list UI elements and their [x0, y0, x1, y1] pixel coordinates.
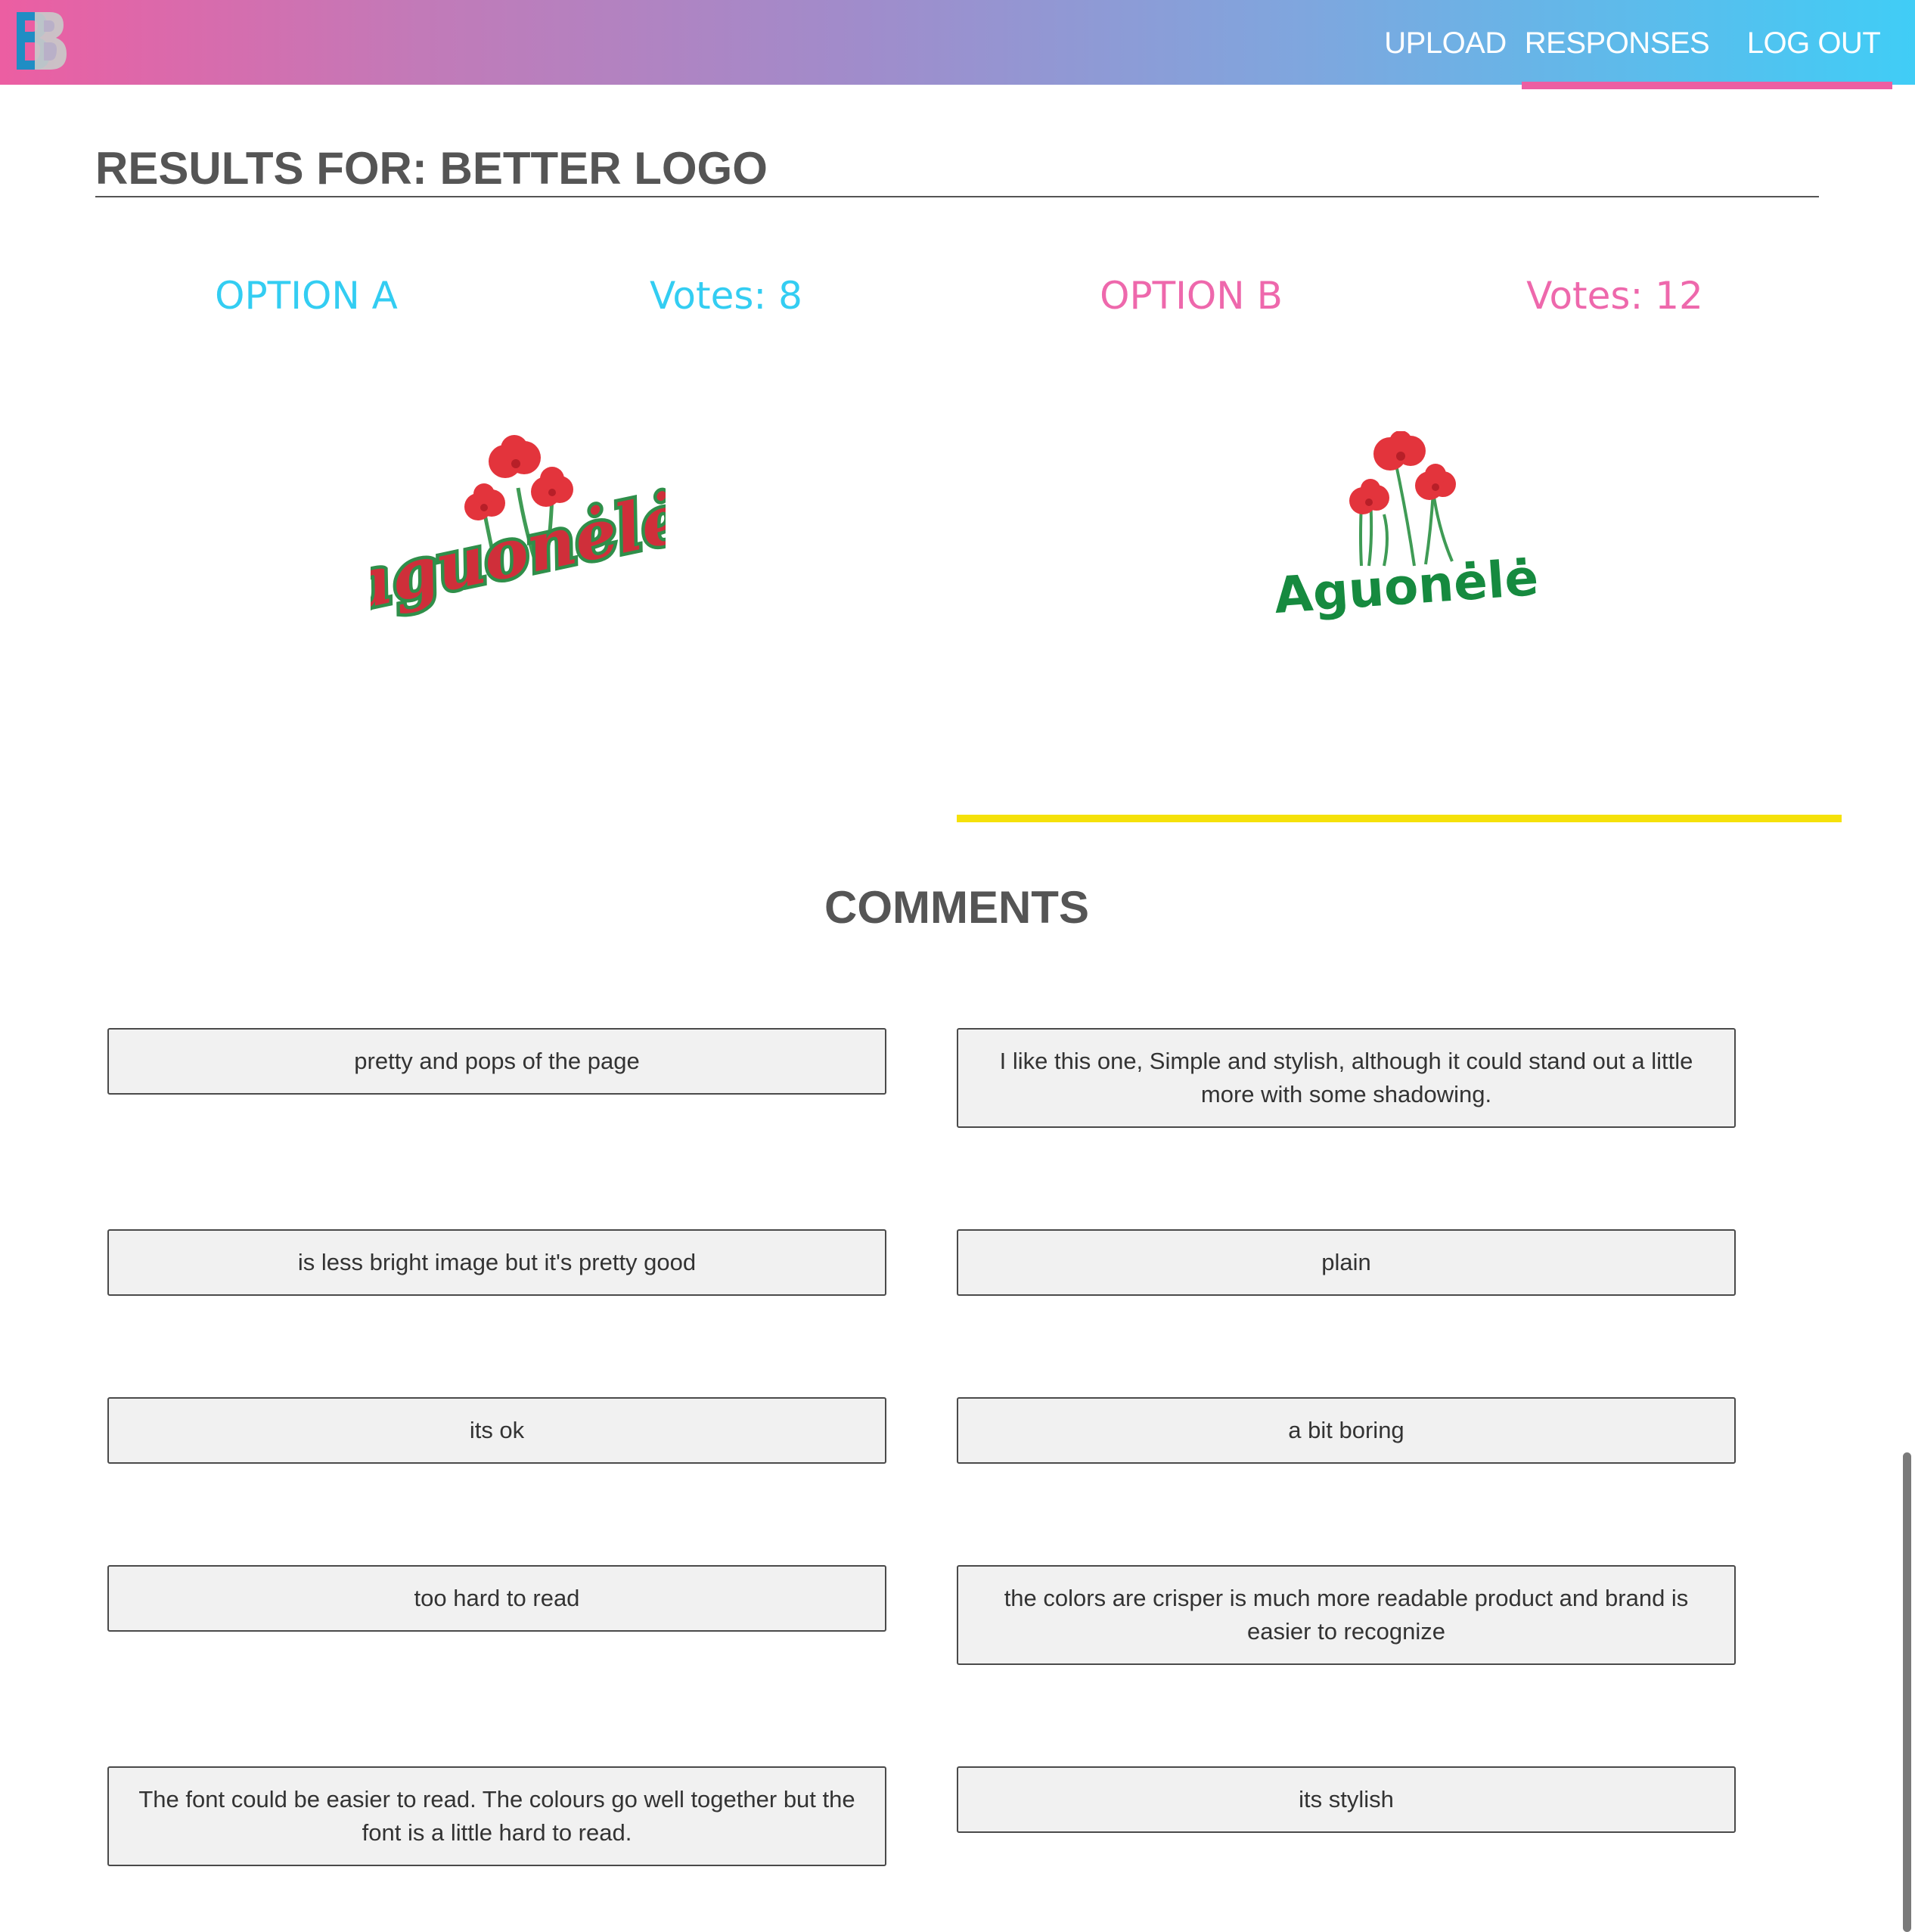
- nav-responses-link[interactable]: RESPONSES: [1523, 0, 1711, 85]
- top-navbar: UPLOAD RESPONSES LOG OUT: [0, 0, 1915, 85]
- option-a-logo-image: aguonėlė: [371, 435, 666, 624]
- comment-option-b-4: the colors are crisper is much more read…: [957, 1565, 1736, 1665]
- comment-option-b-2: plain: [957, 1229, 1736, 1296]
- option-b-votes: Votes: 12: [1526, 274, 1703, 318]
- comment-option-a-3: its ok: [107, 1397, 886, 1464]
- title-divider: [95, 196, 1819, 197]
- page-scrollbar-thumb[interactable]: [1903, 1452, 1911, 1932]
- option-b-logo-text: Aguonėlė: [1272, 548, 1540, 625]
- brand-logo-icon[interactable]: [14, 9, 70, 73]
- comment-option-a-2: is less bright image but it's pretty goo…: [107, 1229, 886, 1296]
- page: UPLOAD RESPONSES LOG OUT RESULTS FOR: BE…: [0, 0, 1915, 1932]
- winner-indicator-bar: [957, 815, 1842, 822]
- comment-option-b-3: a bit boring: [957, 1397, 1736, 1464]
- option-b-logo-image: Aguonėlė: [1272, 431, 1540, 625]
- comment-option-b-1: I like this one, Simple and stylish, alt…: [957, 1028, 1736, 1128]
- option-a-label: OPTION A: [215, 274, 398, 318]
- comment-option-a-1: pretty and pops of the page: [107, 1028, 886, 1095]
- nav-upload-link[interactable]: UPLOAD: [1381, 0, 1510, 85]
- comment-option-a-5: The font could be easier to read. The co…: [107, 1766, 886, 1866]
- comment-option-a-4: too hard to read: [107, 1565, 886, 1632]
- comment-option-b-5: its stylish: [957, 1766, 1736, 1833]
- comments-heading: COMMENTS: [824, 882, 1089, 933]
- option-b-label: OPTION B: [1100, 274, 1283, 318]
- page-title: RESULTS FOR: BETTER LOGO: [95, 143, 768, 194]
- option-a-votes: Votes: 8: [650, 274, 802, 318]
- nav-logout-link[interactable]: LOG OUT: [1740, 0, 1888, 85]
- option-a-logo-text: aguonėlė: [371, 478, 666, 624]
- active-tab-indicator: [1522, 82, 1892, 89]
